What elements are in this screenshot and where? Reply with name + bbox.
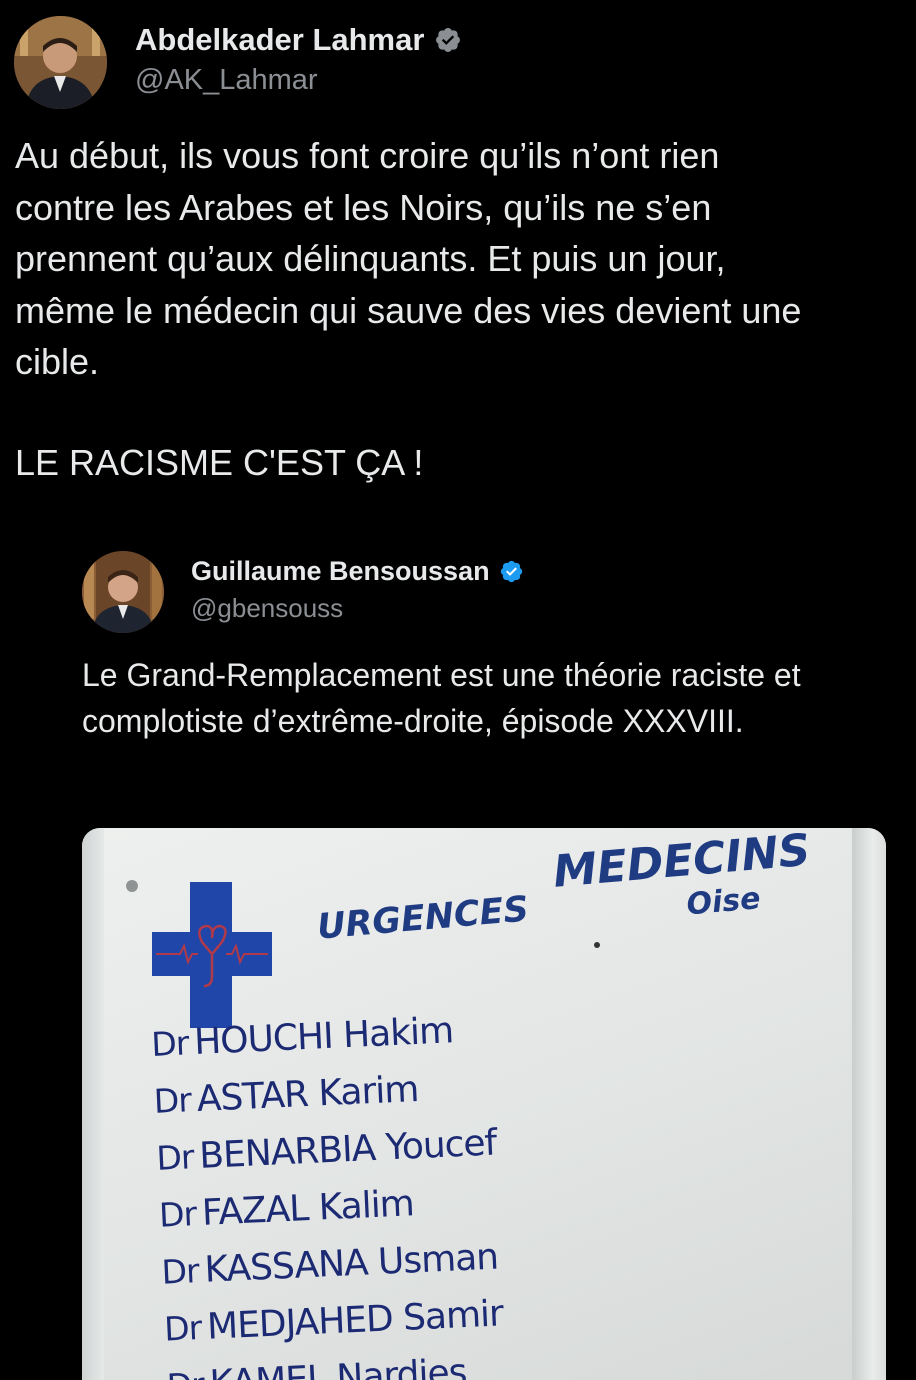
author-name-text[interactable]: Abdelkader Lahmar xyxy=(135,22,424,58)
doctor-name: KAMEL Nardjes xyxy=(208,1352,468,1380)
verified-badge-icon xyxy=(500,560,522,583)
doctor-prefix: Dr xyxy=(163,1308,203,1349)
doctor-name: FAZAL Kalim xyxy=(201,1183,415,1234)
tweet-page: Abdelkader Lahmar @AK_Lahmar Au début, i… xyxy=(0,0,916,1380)
avatar[interactable] xyxy=(14,16,107,109)
sign-edge-right xyxy=(852,828,886,1380)
doctor-prefix: Dr xyxy=(166,1365,205,1380)
doctor-prefix: Dr xyxy=(160,1251,200,1292)
quoted-author-handle[interactable]: @gbensouss xyxy=(191,593,343,624)
quoted-avatar[interactable] xyxy=(82,551,164,633)
mark-dot xyxy=(594,942,600,948)
author-name[interactable]: Abdelkader Lahmar xyxy=(135,22,462,58)
quoted-tweet-text: Le Grand-Remplacement est une théorie ra… xyxy=(82,657,801,739)
doctor-list: Dr HOUCHI Hakim Dr ASTAR Karim Dr BENARBIA … xyxy=(150,1001,508,1380)
doctor-name: KASSANA Usman xyxy=(203,1236,499,1291)
quoted-author-name-text[interactable]: Guillaume Bensoussan xyxy=(191,556,490,587)
doctor-prefix: Dr xyxy=(152,1080,192,1121)
sign-edge-left xyxy=(82,828,104,1380)
quoted-tweet-photo[interactable]: URGENCES MEDECINS Oise Dr HOUCHI Hakim Dr… xyxy=(82,828,886,1380)
doctor-name: HOUCHI Hakim xyxy=(193,1010,454,1063)
doctor-name: BENARBIA Youcef xyxy=(198,1122,498,1177)
quoted-author-name[interactable]: Guillaume Bensoussan xyxy=(191,556,524,587)
screw-icon xyxy=(126,880,138,892)
doctor-prefix: Dr xyxy=(158,1194,197,1235)
verified-badge-icon xyxy=(436,28,461,52)
medical-cross-icon xyxy=(152,882,272,1028)
tweet-text-emphasis: LE RACISME C'EST ÇA ! xyxy=(15,442,424,483)
sign-region: Oise xyxy=(685,881,762,923)
doctor-name: ASTAR Karim xyxy=(195,1068,420,1120)
tweet-text: Au début, ils vous font croire qu’ils n’… xyxy=(15,135,802,382)
doctor-prefix: Dr xyxy=(150,1023,190,1064)
doctor-prefix: Dr xyxy=(155,1137,195,1178)
sign-title-left: URGENCES xyxy=(315,889,531,948)
author-handle[interactable]: @AK_Lahmar xyxy=(135,64,318,97)
doctor-name: MEDJAHED Samir xyxy=(206,1293,504,1348)
sign-title-right: MEDECINS xyxy=(551,828,813,898)
